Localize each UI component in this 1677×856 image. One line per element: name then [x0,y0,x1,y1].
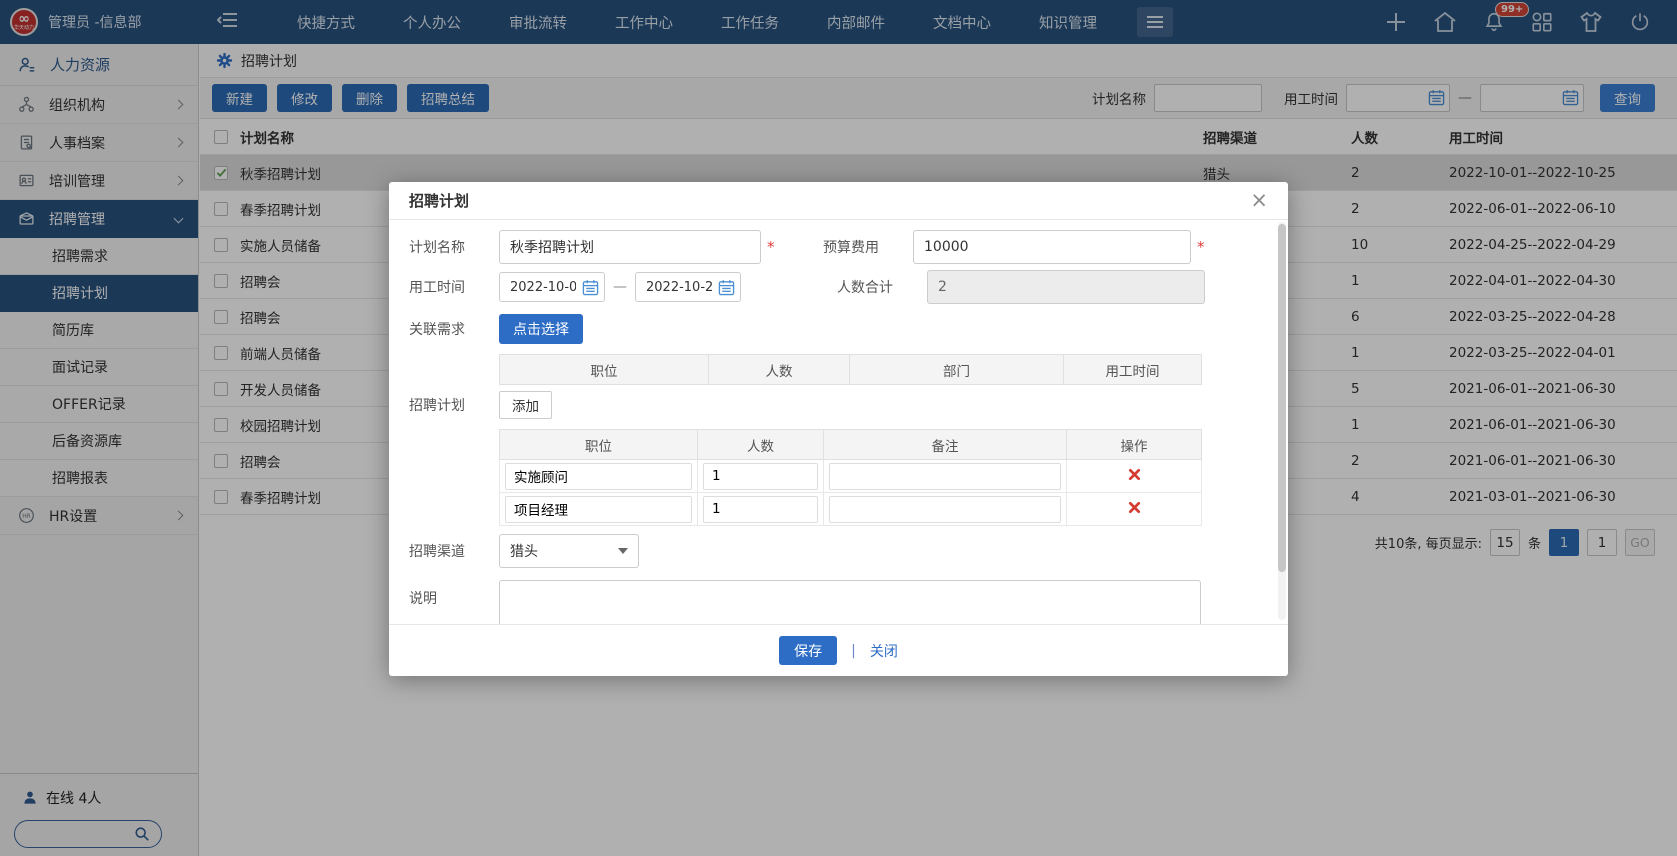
count-input[interactable] [703,463,818,490]
plan-col-position: 职位 [500,430,698,460]
plan-col-remark: 备注 [824,430,1067,460]
field-row-time-total: 用工时间 — 人数合计 [409,270,1252,304]
plan-table-data-row [500,460,1202,493]
plan-name-label: 计划名称 [409,237,499,257]
dialog-body: 计划名称 * 预算费用 * 用工时间 — [389,220,1288,624]
total-count-input [927,270,1205,304]
related-col-count: 人数 [709,355,850,385]
add-row-button[interactable]: 添加 [499,391,552,419]
close-icon[interactable]: × [1250,190,1268,211]
recruitment-plan-dialog: 招聘计划 × 计划名称 * 预算费用 * 用工时间 [389,182,1288,676]
related-col-time: 用工时间 [1064,355,1202,385]
related-col-dept: 部门 [850,355,1064,385]
position-input[interactable] [505,463,692,490]
click-select-button[interactable]: 点击选择 [499,314,583,344]
footer-separator: | [851,643,856,659]
plan-col-action: 操作 [1067,430,1202,460]
plan-table-row: 职位 人数 备注 操作 [409,429,1252,526]
calendar-icon[interactable] [582,279,599,300]
delete-row-icon[interactable] [1128,469,1141,485]
save-button[interactable]: 保存 [779,636,837,665]
required-mark: * [767,238,781,256]
delete-row-icon[interactable] [1128,502,1141,518]
total-count-label: 人数合计 [837,277,927,297]
field-row-related: 关联需求 点击选择 [409,314,1252,344]
budget-group: 预算费用 * [823,230,1211,264]
dialog-scrollbar-thumb[interactable] [1278,224,1286,572]
field-row-note: 说明 [409,580,1252,624]
required-mark: * [1197,238,1211,256]
field-row-plan-add: 招聘计划 添加 [409,391,1252,419]
select-arrow-icon [618,548,628,554]
calendar-icon[interactable] [718,279,735,300]
date-range-separator: — [613,279,627,295]
remark-input[interactable] [829,463,1061,490]
dialog-title: 招聘计划 [409,190,469,211]
close-dialog-link[interactable]: 关闭 [870,641,898,661]
count-input[interactable] [703,496,818,523]
channel-selected-value: 猎头 [510,541,538,561]
work-time-start [499,272,605,302]
dialog-footer: 保存 | 关闭 [389,624,1288,676]
channel-select[interactable]: 猎头 [499,534,639,568]
recruit-plan-table: 职位 人数 备注 操作 [499,429,1202,526]
note-textarea[interactable] [499,580,1201,624]
recruit-plan-label: 招聘计划 [409,395,499,415]
note-label: 说明 [409,580,499,608]
plan-table-data-row [500,493,1202,526]
related-demand-label: 关联需求 [409,319,499,339]
plan-name-input[interactable] [499,230,761,264]
related-demand-table: 职位 人数 部门 用工时间 [499,354,1202,385]
app-window: ∞ 华天动力 管理员 -信息部 快捷方式 个人办公 审批流转 工作中心 工作任务… [0,0,1677,856]
dialog-header: 招聘计划 × [389,182,1288,220]
work-time-end [635,272,741,302]
budget-input[interactable] [913,230,1191,264]
budget-label: 预算费用 [823,237,913,257]
remark-input[interactable] [829,496,1061,523]
plan-col-count: 人数 [698,430,824,460]
work-time-label: 用工时间 [409,277,499,297]
total-count-group: 人数合计 [837,270,1205,304]
field-row-channel: 招聘渠道 猎头 [409,534,1252,568]
position-input[interactable] [505,496,692,523]
field-row-name-budget: 计划名称 * 预算费用 * [409,230,1252,264]
channel-label: 招聘渠道 [409,541,499,561]
related-table-row: 职位 人数 部门 用工时间 [409,354,1252,385]
related-col-position: 职位 [500,355,709,385]
